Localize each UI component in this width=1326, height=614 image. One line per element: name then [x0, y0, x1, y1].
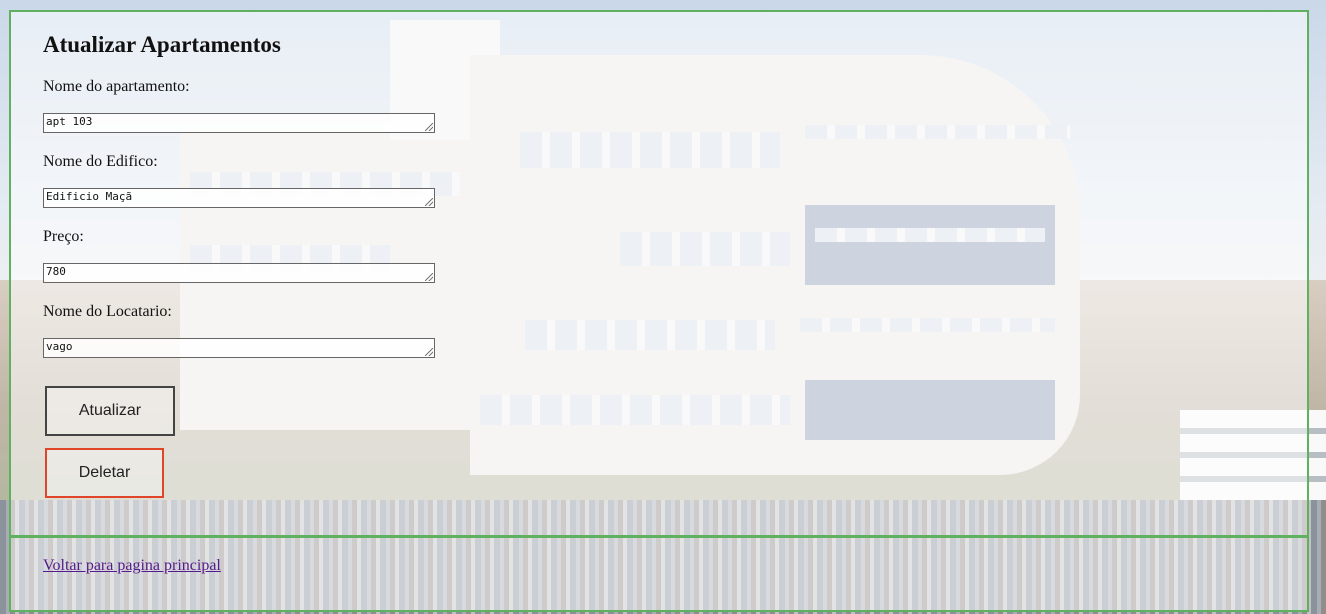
- apartment-name-label: Nome do apartamento:: [43, 78, 190, 95]
- update-form-panel: Atualizar Apartamentos Nome do apartamen…: [9, 10, 1309, 538]
- tenant-name-field[interactable]: vago: [43, 338, 435, 358]
- tenant-name-label: Nome do Locatario:: [43, 303, 172, 320]
- building-name-field[interactable]: Edificio Maçã: [43, 188, 435, 208]
- resize-grip-icon[interactable]: [425, 348, 433, 356]
- price-field[interactable]: 780: [43, 263, 435, 283]
- resize-grip-icon[interactable]: [425, 198, 433, 206]
- update-button[interactable]: Atualizar: [45, 386, 175, 436]
- tenant-name-value: vago: [46, 340, 73, 353]
- price-value: 780: [46, 265, 66, 278]
- price-label: Preço:: [43, 228, 84, 245]
- footer: Voltar para pagina principal: [9, 535, 1309, 612]
- building-name-label: Nome do Edifico:: [43, 153, 158, 170]
- delete-button[interactable]: Deletar: [45, 448, 164, 498]
- back-to-home-link[interactable]: Voltar para pagina principal: [43, 557, 221, 575]
- apartment-name-field[interactable]: apt 103: [43, 113, 435, 133]
- page-title: Atualizar Apartamentos: [43, 32, 281, 57]
- resize-grip-icon[interactable]: [425, 273, 433, 281]
- apartment-name-value: apt 103: [46, 115, 93, 128]
- building-name-value: Edificio Maçã: [46, 190, 133, 203]
- resize-grip-icon[interactable]: [425, 123, 433, 131]
